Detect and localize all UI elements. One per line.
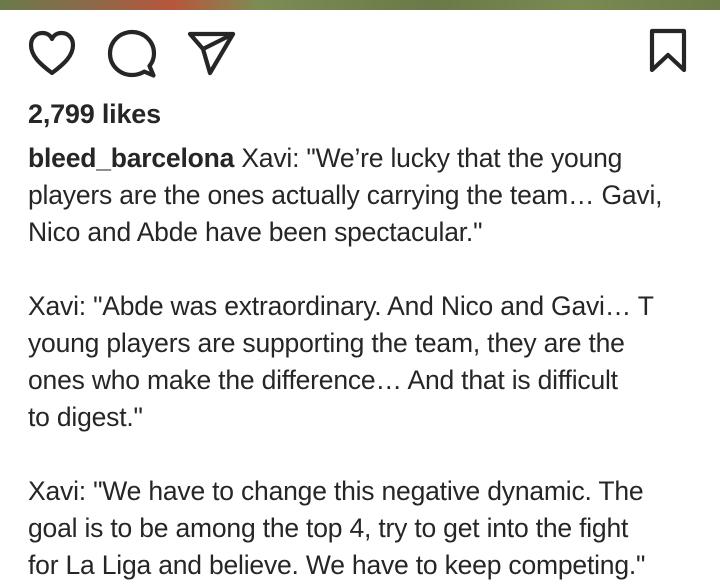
- caption-paragraph: Xavi: "Abde was extraordinary. And Nico …: [28, 291, 654, 432]
- heart-icon[interactable]: [26, 28, 78, 80]
- caption-paragraph: Xavi: "We have to change this negative d…: [28, 476, 646, 580]
- paper-plane-icon[interactable]: [186, 28, 238, 80]
- comment-bubble-icon[interactable]: [106, 28, 158, 80]
- username-link[interactable]: bleed_barcelona: [28, 143, 234, 173]
- post-action-bar: [0, 28, 720, 82]
- likes-count[interactable]: 2,799 likes: [28, 99, 161, 130]
- post-image-bottom-edge[interactable]: [0, 0, 720, 10]
- post-caption: bleed_barcelona Xavi: "We’re lucky that …: [28, 140, 700, 584]
- caption-first-paragraph: bleed_barcelona Xavi: "We’re lucky that …: [28, 140, 700, 251]
- bookmark-icon[interactable]: [646, 28, 690, 74]
